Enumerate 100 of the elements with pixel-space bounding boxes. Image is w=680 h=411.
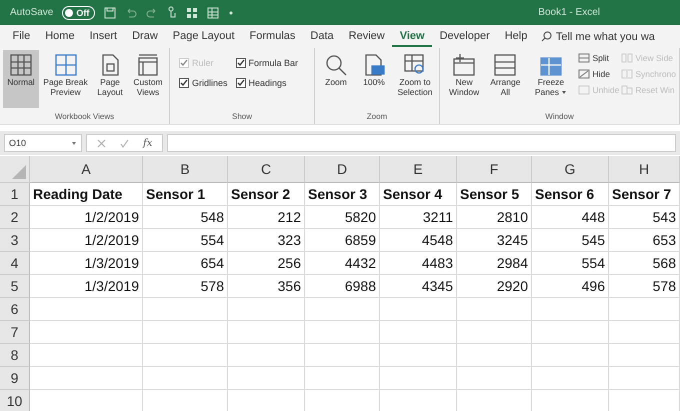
row-header[interactable]: 8 (0, 344, 30, 367)
column-header[interactable]: E (380, 156, 457, 183)
menu-tab[interactable]: File (5, 26, 38, 46)
menu-tab[interactable]: Review (341, 26, 392, 46)
ribbon-button[interactable]: Custom Views (130, 50, 166, 108)
more-icon[interactable] (228, 10, 234, 16)
column-header[interactable]: B (143, 156, 228, 183)
tell-me-field[interactable]: Tell me what you wa (556, 30, 655, 42)
table-cell: 654 (143, 252, 228, 275)
ribbon-button[interactable]: Zoom to Selection (394, 50, 436, 108)
undo-icon[interactable] (125, 6, 138, 18)
autosave-toggle[interactable]: Off (62, 6, 96, 20)
column-header[interactable]: F (457, 156, 532, 183)
table-cell: 3211 (380, 206, 457, 229)
table-cell: 545 (532, 229, 609, 252)
menu-tab[interactable]: Developer (432, 26, 498, 46)
save-icon[interactable] (104, 6, 116, 18)
hide-icon (578, 68, 590, 80)
ribbon-button[interactable]: Zoom (318, 50, 354, 108)
insert-function-button[interactable]: fx (143, 138, 152, 148)
row-header[interactable]: 5 (0, 275, 30, 298)
menu-tab[interactable]: Page Layout (165, 26, 242, 46)
column-title-cell: Sensor 1 (143, 183, 228, 206)
empty-cell (609, 344, 680, 367)
checkbox[interactable] (179, 78, 189, 88)
search-icon (540, 31, 552, 42)
show-checkbox[interactable]: Formula Bar (236, 58, 298, 68)
table-cell: 2810 (457, 206, 532, 229)
ribbon-button[interactable]: Freeze Panes (525, 50, 576, 108)
menu-tab[interactable]: Data (302, 26, 342, 46)
empty-cell (609, 321, 680, 344)
ribbon-button[interactable]: Page Layout (92, 50, 128, 108)
row-header[interactable]: 1 (0, 183, 30, 206)
menu-tab[interactable]: Formulas (242, 26, 303, 46)
window-option[interactable]: Split (578, 52, 620, 64)
table-cell: 6859 (305, 229, 380, 252)
corner-triangle-icon (12, 165, 26, 179)
reset-window-icon (621, 84, 634, 96)
table-cell: 578 (609, 275, 680, 298)
column-header[interactable]: G (532, 156, 609, 183)
table-cell: 4432 (305, 252, 380, 275)
menu-tab[interactable]: Home (38, 26, 82, 46)
ribbon-button[interactable]: Page Break Preview (41, 50, 90, 108)
column-header[interactable]: A (30, 156, 143, 183)
ribbon-button[interactable]: Normal (3, 50, 39, 108)
menu-tab[interactable]: Draw (124, 26, 166, 46)
table-cell: 543 (609, 206, 680, 229)
row-header[interactable]: 10 (0, 390, 30, 411)
ribbon-button[interactable]: Arrange All (487, 50, 524, 108)
table-cell: 448 (532, 206, 609, 229)
table-cell: 6988 (305, 275, 380, 298)
row-header[interactable]: 2 (0, 206, 30, 229)
cancel-icon[interactable] (97, 138, 106, 148)
row-header[interactable]: 7 (0, 321, 30, 344)
table-cell: 1/2/2019 (30, 229, 143, 252)
formula-input[interactable] (167, 134, 676, 152)
row-header[interactable]: 3 (0, 229, 30, 252)
menu-tab[interactable]: Help (497, 26, 535, 46)
check-icon[interactable] (120, 138, 129, 148)
checkbox[interactable] (236, 58, 246, 68)
row-header[interactable]: 6 (0, 298, 30, 321)
row-header[interactable]: 4 (0, 252, 30, 275)
checkbox[interactable] (236, 78, 246, 88)
column-header[interactable]: H (609, 156, 680, 183)
table-cell: 578 (143, 275, 228, 298)
table-cell: 3245 (457, 229, 532, 252)
row-header[interactable]: 9 (0, 367, 30, 390)
table-cell: 1/3/2019 (30, 275, 143, 298)
arrange-icon (492, 52, 518, 78)
name-box[interactable]: O10 (4, 134, 82, 152)
grid-icon (8, 52, 34, 78)
column-header[interactable]: C (228, 156, 305, 183)
show-checkbox[interactable]: Gridlines (179, 78, 228, 88)
ribbon-button[interactable]: New Window (443, 50, 486, 108)
column-title-cell: Sensor 7 (609, 183, 680, 206)
table-cell: 1/2/2019 (30, 206, 143, 229)
table-cell: 323 (228, 229, 305, 252)
table-cell: 212 (228, 206, 305, 229)
touch-icon[interactable] (167, 6, 178, 19)
table-cell: 256 (228, 252, 305, 275)
column-title-cell: Sensor 3 (305, 183, 380, 206)
table-icon[interactable] (186, 6, 198, 18)
table-cell: 5820 (305, 206, 380, 229)
column-header[interactable]: D (305, 156, 380, 183)
caret-icon (71, 140, 77, 146)
table-cell: 554 (143, 229, 228, 252)
redo-icon[interactable] (146, 6, 158, 18)
table-cell: 4548 (380, 229, 457, 252)
column-title-cell: Sensor 5 (457, 183, 532, 206)
table-cell: 4345 (380, 275, 457, 298)
ribbon-button[interactable]: 100% (356, 50, 392, 108)
column-title-cell: Sensor 4 (380, 183, 457, 206)
group-label: Zoom (366, 112, 388, 123)
column-title-cell: Sensor 6 (532, 183, 609, 206)
menu-tab[interactable]: Insert (82, 26, 125, 46)
grid-icon[interactable] (207, 6, 220, 18)
window-option[interactable]: Hide (578, 68, 620, 80)
unhide-icon (578, 84, 590, 96)
table-cell: 496 (532, 275, 609, 298)
show-checkbox[interactable]: Headings (236, 78, 298, 88)
